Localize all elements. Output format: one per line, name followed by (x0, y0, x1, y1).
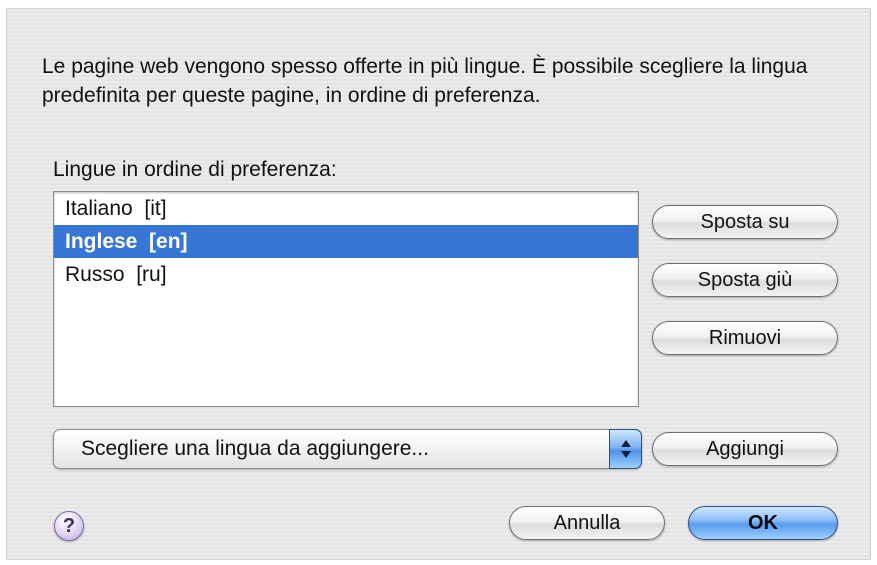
language-preferences-dialog: Le pagine web vengono spesso offerte in … (6, 8, 871, 560)
add-button[interactable]: Aggiungi (652, 432, 838, 466)
dialog-description: Le pagine web vengono spesso offerte in … (42, 55, 808, 107)
ok-button[interactable]: OK (688, 506, 838, 540)
remove-button[interactable]: Rimuovi (652, 321, 838, 355)
language-item-russian[interactable]: Russo [ru] (54, 258, 638, 291)
language-item-italian[interactable]: Italiano [it] (54, 192, 638, 225)
move-down-button[interactable]: Sposta giù (652, 263, 838, 297)
add-language-popup[interactable]: Scegliere una lingua da aggiungere... (53, 429, 642, 469)
popup-arrows-icon (609, 429, 642, 469)
language-list[interactable]: Italiano [it] Inglese [en] Russo [ru] (53, 191, 639, 407)
language-item-english[interactable]: Inglese [en] (54, 225, 638, 258)
move-up-button[interactable]: Sposta su (652, 205, 838, 239)
add-language-popup-label: Scegliere una lingua da aggiungere... (81, 437, 429, 460)
cancel-button[interactable]: Annulla (509, 506, 665, 540)
question-mark-icon[interactable]: ? (54, 511, 84, 541)
language-list-label: Lingue in ordine di preferenza: (53, 158, 337, 181)
